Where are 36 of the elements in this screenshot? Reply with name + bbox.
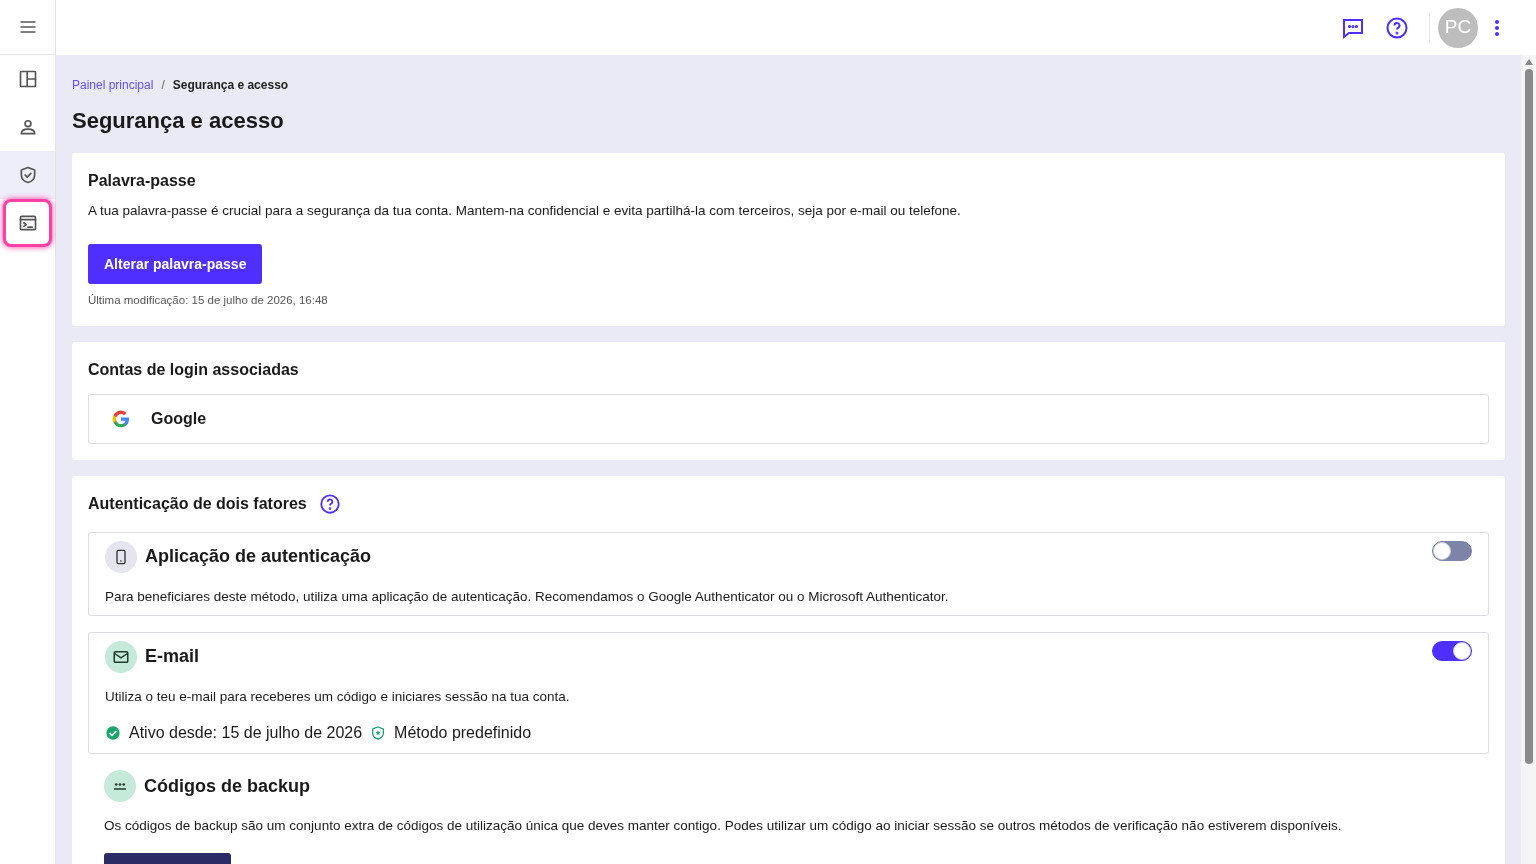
change-password-button[interactable]: Alterar palavra-passe (88, 244, 263, 285)
breadcrumb-separator: / (161, 77, 165, 94)
section-description: A tua palavra-passe é crucial para a segurança da tua conta. Mantem-na confidencial e evita partilhá-la com terceiros, seja por e-mail ou telefone. (88, 202, 962, 220)
default-method-text: Método predefinido (394, 723, 532, 743)
method-description: Para beneficiares deste método, utiliza uma aplicação de autenticação. Recomendamos o Google Authenticator ou o Microsoft Authenticator. (105, 587, 950, 606)
help-icon[interactable] (1385, 15, 1409, 40)
method-description: Os códigos de backup são um conjunto extra de códigos de utilização única que deves manter contigo. Podes utilizar um código ao iniciar sessão se outros métodos de verificação não estiverem disponíveis. (104, 817, 1343, 835)
check-circle-icon (105, 725, 121, 741)
method-title: Aplicação de autenticação (145, 545, 372, 568)
help-icon[interactable] (318, 492, 341, 515)
toggle-switch[interactable] (1432, 540, 1472, 561)
section-heading: Contas de login associadas (88, 359, 300, 380)
sidebar-item[interactable] (0, 151, 55, 199)
account-name: Google (151, 408, 207, 429)
toggle-switch[interactable] (1432, 640, 1472, 661)
breadcrumb-link[interactable]: Painel principal (72, 76, 154, 94)
scrollbar[interactable] (1521, 55, 1536, 864)
phone-icon (105, 540, 137, 573)
google-logo-icon (111, 408, 131, 429)
layout-icon (17, 69, 38, 89)
section-heading: Palavra-passe (88, 171, 197, 191)
active-since-text: Ativo desde: 15 de julho de 2026 (129, 723, 363, 743)
method-description: Utiliza o teu e-mail para receberes um código e iniciares sessão na tua conta. (105, 687, 571, 706)
envelope-icon (105, 640, 137, 673)
page-title: Segurança e acesso (72, 107, 285, 135)
breadcrumb-current: Segurança e acesso (172, 77, 289, 94)
scroll-up-icon[interactable] (1524, 59, 1533, 65)
terminal-icon (17, 213, 38, 233)
sidebar-item[interactable] (3, 199, 52, 247)
method-title: Códigos de backup (144, 774, 311, 798)
last-modified-text: Última modificação: 15 de julho de 2026, 16:48 (88, 293, 329, 309)
section-heading: Autenticação de dois fatores (88, 493, 307, 514)
method-title: E-mail (145, 645, 200, 669)
password-dots-icon (104, 770, 136, 802)
more-options-icon[interactable] (1494, 18, 1500, 37)
shield-star-icon (370, 725, 387, 741)
